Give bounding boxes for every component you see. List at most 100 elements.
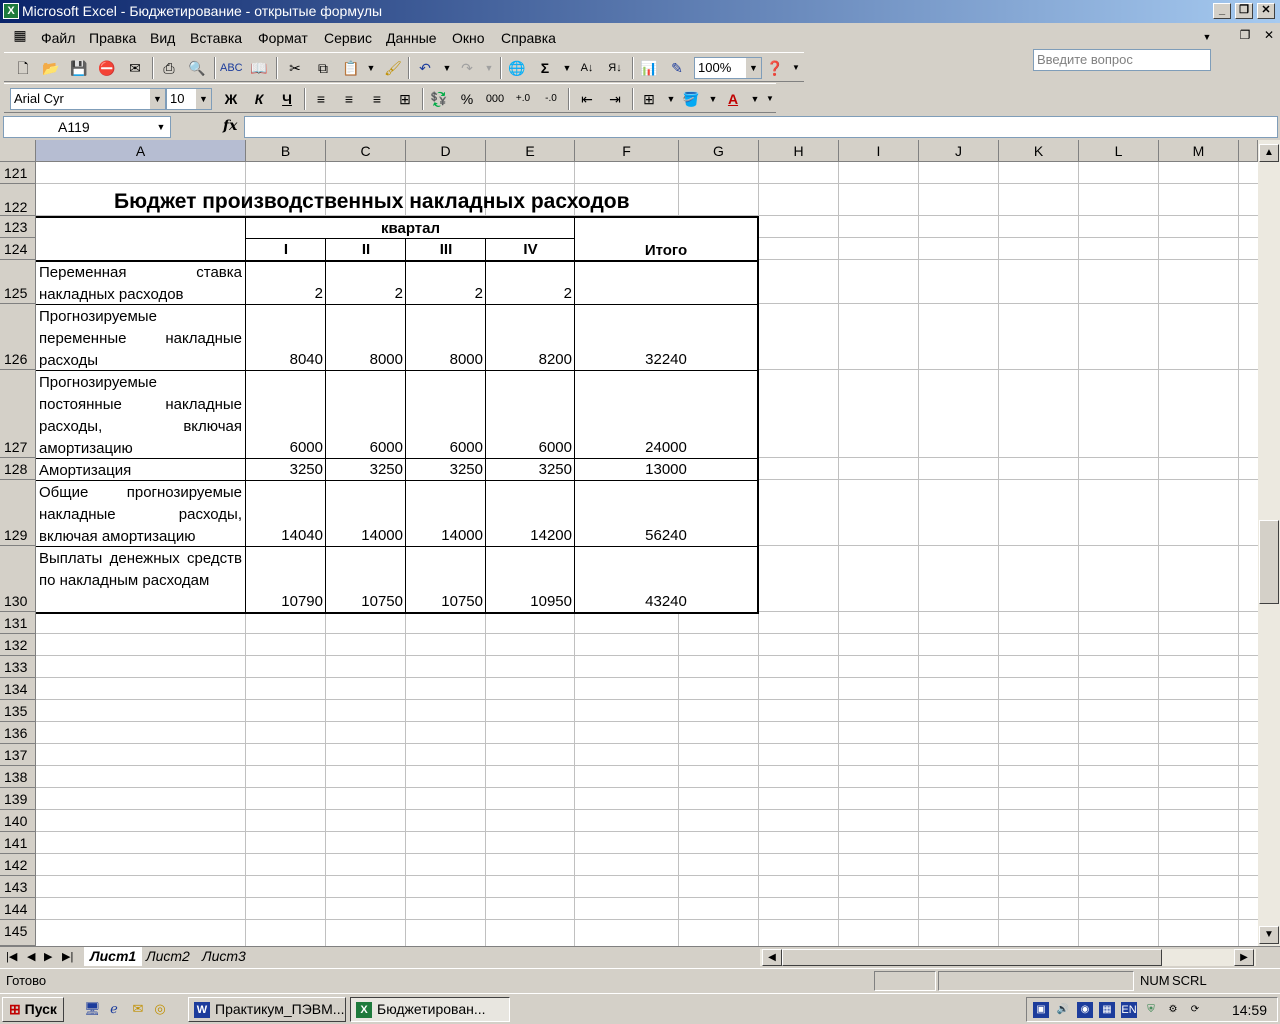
scroll-left-icon[interactable]: ◀ <box>762 949 782 966</box>
sort-descending-icon[interactable]: Я↓ <box>604 57 626 79</box>
row-header[interactable]: 142 <box>0 854 36 876</box>
row-header[interactable]: 125 <box>0 260 36 304</box>
select-all-corner[interactable] <box>0 140 36 162</box>
restore-button[interactable]: ❐ <box>1235 3 1253 19</box>
help-question-input[interactable]: Введите вопрос <box>1033 49 1211 71</box>
borders-icon[interactable]: ⊞ <box>638 88 660 110</box>
currency-icon[interactable]: 💱 <box>428 88 450 110</box>
font-color-icon[interactable]: A <box>722 88 744 110</box>
col-header-i[interactable]: I <box>839 140 919 162</box>
row-header[interactable]: 123 <box>0 216 36 238</box>
col-header-m[interactable]: M <box>1159 140 1239 162</box>
percent-button[interactable]: % <box>456 88 478 110</box>
row-header[interactable]: 140 <box>0 810 36 832</box>
insert-function-icon[interactable]: fx <box>223 118 237 134</box>
scroll-up-icon[interactable]: ▲ <box>1259 144 1279 162</box>
autosum-dropdown-icon[interactable]: ▼ <box>556 57 578 79</box>
menu-data[interactable]: Данные <box>386 30 437 46</box>
sheet-tab-3[interactable]: Лист3 <box>196 947 252 966</box>
save-icon[interactable]: 💾 <box>68 57 90 79</box>
show-desktop-icon[interactable]: 🖥 <box>84 1001 101 1017</box>
font-dropdown-icon[interactable]: ▼ <box>150 89 165 109</box>
col-header-e[interactable]: E <box>486 140 575 162</box>
open-icon[interactable]: 📂 <box>40 57 62 79</box>
menu-tools[interactable]: Сервис <box>324 30 372 46</box>
tray-app-icon[interactable]: ▣ <box>1033 1002 1049 1018</box>
align-center-icon[interactable]: ≡ <box>338 88 360 110</box>
language-indicator[interactable]: EN <box>1121 1002 1137 1018</box>
menu-format[interactable]: Формат <box>258 30 308 46</box>
align-left-icon[interactable]: ≡ <box>310 88 332 110</box>
doc-restore-icon[interactable]: ❐ <box>1237 27 1253 43</box>
borders-dropdown-icon[interactable]: ▼ <box>660 88 682 110</box>
menu-insert[interactable]: Вставка <box>190 30 242 46</box>
underline-button[interactable]: Ч <box>276 88 298 110</box>
format-painter-icon[interactable]: 🖌 <box>382 57 404 79</box>
menu-window[interactable]: Окно <box>452 30 485 46</box>
italic-button[interactable]: К <box>248 88 270 110</box>
col-header-b[interactable]: B <box>246 140 326 162</box>
tray-monitor-icon[interactable]: ▦ <box>1099 1002 1115 1018</box>
spelling-icon[interactable]: ABC <box>220 57 243 79</box>
next-sheet-icon[interactable]: ▶ <box>44 950 52 963</box>
minimize-button[interactable]: _ <box>1213 3 1231 19</box>
close-button[interactable]: ✕ <box>1257 3 1275 19</box>
prev-sheet-icon[interactable]: ◀ <box>27 950 35 963</box>
row-header[interactable]: 124 <box>0 238 36 260</box>
row-header[interactable]: 143 <box>0 876 36 898</box>
menu-file[interactable]: Файл <box>41 30 75 46</box>
name-box[interactable]: A119 ▼ <box>3 116 171 138</box>
align-right-icon[interactable]: ≡ <box>366 88 388 110</box>
hyperlink-icon[interactable]: 🌐 <box>506 57 528 79</box>
row-header[interactable]: 127 <box>0 370 36 458</box>
zoom-select[interactable]: 100% ▼ <box>694 57 762 79</box>
hscroll-thumb[interactable] <box>782 949 1162 966</box>
task-excel[interactable]: X Бюджетирован... <box>350 997 510 1022</box>
col-header-j[interactable]: J <box>919 140 999 162</box>
row-header[interactable]: 134 <box>0 678 36 700</box>
worksheet-grid[interactable]: A B C D E F G H I J K L M 121 122 123 12… <box>0 140 1258 946</box>
volume-icon[interactable]: 🔊 <box>1055 1002 1071 1018</box>
col-header-g[interactable]: G <box>679 140 759 162</box>
col-header-k[interactable]: K <box>999 140 1079 162</box>
row-header[interactable]: 131 <box>0 612 36 634</box>
menu-edit[interactable]: Правка <box>89 30 136 46</box>
row-header[interactable]: 136 <box>0 722 36 744</box>
print-preview-icon[interactable]: 🔍 <box>186 57 208 79</box>
scroll-right-icon[interactable]: ▶ <box>1234 949 1254 966</box>
decrease-decimal-icon[interactable]: -.0 <box>540 88 562 110</box>
row-header[interactable]: 130 <box>0 546 36 612</box>
fill-color-dropdown-icon[interactable]: ▼ <box>702 88 724 110</box>
menu-help[interactable]: Справка <box>501 30 556 46</box>
redo-icon[interactable]: ↷ <box>456 57 478 79</box>
sort-ascending-icon[interactable]: A↓ <box>576 57 598 79</box>
email-icon[interactable]: ✉ <box>124 57 146 79</box>
merge-center-icon[interactable]: ⊞ <box>394 88 416 110</box>
zoom-dropdown-icon[interactable]: ▼ <box>746 58 761 78</box>
row-header[interactable]: 138 <box>0 766 36 788</box>
cut-icon[interactable]: ✂ <box>284 57 306 79</box>
formula-input[interactable] <box>244 116 1278 138</box>
thousands-button[interactable]: 000 <box>484 88 506 110</box>
research-icon[interactable]: 📖 <box>248 57 270 79</box>
row-header[interactable]: 126 <box>0 304 36 370</box>
tray-tools-icon[interactable]: ⚙ <box>1165 1002 1181 1018</box>
increase-indent-icon[interactable]: ⇥ <box>604 88 626 110</box>
sheet-tab-1[interactable]: Лист1 <box>84 947 143 966</box>
tray-network-icon[interactable]: ◉ <box>1077 1002 1093 1018</box>
col-header-f[interactable]: F <box>575 140 679 162</box>
increase-decimal-icon[interactable]: +.0 <box>512 88 534 110</box>
paste-icon[interactable]: 📋 <box>340 57 362 79</box>
row-header[interactable]: 121 <box>0 162 36 184</box>
internet-explorer-icon[interactable]: ℯ <box>106 1001 122 1017</box>
col-header-d[interactable]: D <box>406 140 486 162</box>
permission-icon[interactable]: ⛔ <box>96 57 118 79</box>
font-select[interactable]: Arial Cyr ▼ <box>10 88 166 110</box>
toolbar-options-icon[interactable]: ▼ <box>764 88 776 110</box>
bold-button[interactable]: Ж <box>220 88 242 110</box>
row-header[interactable]: 135 <box>0 700 36 722</box>
start-button[interactable]: ⊞ Пуск <box>2 997 64 1022</box>
scroll-thumb[interactable] <box>1259 520 1279 604</box>
quicklaunch-icon[interactable]: ◎ <box>152 1001 168 1017</box>
name-box-dropdown-icon[interactable]: ▼ <box>152 117 170 137</box>
